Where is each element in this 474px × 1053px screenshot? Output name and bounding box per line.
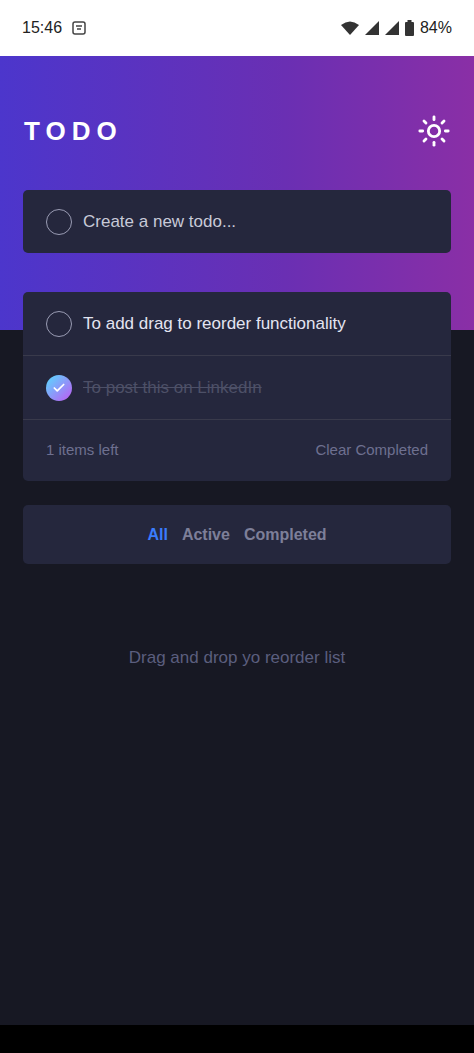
new-todo-placeholder[interactable]: Create a new todo... [83, 209, 236, 235]
todo-item[interactable]: To post this on LinkedIn [23, 356, 451, 420]
battery-icon [405, 20, 414, 36]
filter-button[interactable]: All [147, 523, 167, 547]
navigation-bar [0, 1025, 474, 1053]
unchecked-circle-icon[interactable] [46, 209, 72, 235]
app-title: TODO [23, 112, 123, 151]
filter-button[interactable]: Active [182, 523, 230, 547]
battery-level: 84% [420, 16, 452, 40]
new-todo-input[interactable]: Create a new todo... [23, 190, 451, 253]
main: TODO Create a new todo... To add drag to r… [0, 56, 474, 1025]
signal-icon [365, 21, 379, 35]
header: TODO [23, 111, 451, 151]
signal-icon [385, 21, 399, 35]
todo-text[interactable]: To post this on LinkedIn [83, 375, 262, 401]
todo-list: To add drag to reorder functionality To p… [23, 292, 451, 481]
todo-text[interactable]: To add drag to reorder functionality [83, 311, 346, 337]
filter-bar: All Active Completed [23, 505, 451, 564]
list-footer: 1 items left Clear Completed [23, 420, 451, 481]
checked-circle-icon[interactable] [46, 375, 72, 401]
clear-completed-button[interactable]: Clear Completed [315, 439, 428, 462]
status-time: 15:46 [22, 16, 62, 40]
unchecked-circle-icon[interactable] [46, 311, 72, 337]
app: 15:46 84% TODO Create a new todo... To add d… [0, 0, 474, 1053]
todo-item[interactable]: To add drag to reorder functionality [23, 292, 451, 356]
sun-icon[interactable] [417, 114, 451, 148]
drag-hint: Drag and drop yo reorder list [23, 645, 451, 671]
notification-icon [72, 21, 86, 35]
items-left: 1 items left [46, 439, 119, 462]
status-bar: 15:46 84% [0, 0, 474, 56]
theme-toggle[interactable] [417, 114, 451, 148]
wifi-icon [341, 21, 359, 35]
filter-button[interactable]: Completed [244, 523, 327, 547]
